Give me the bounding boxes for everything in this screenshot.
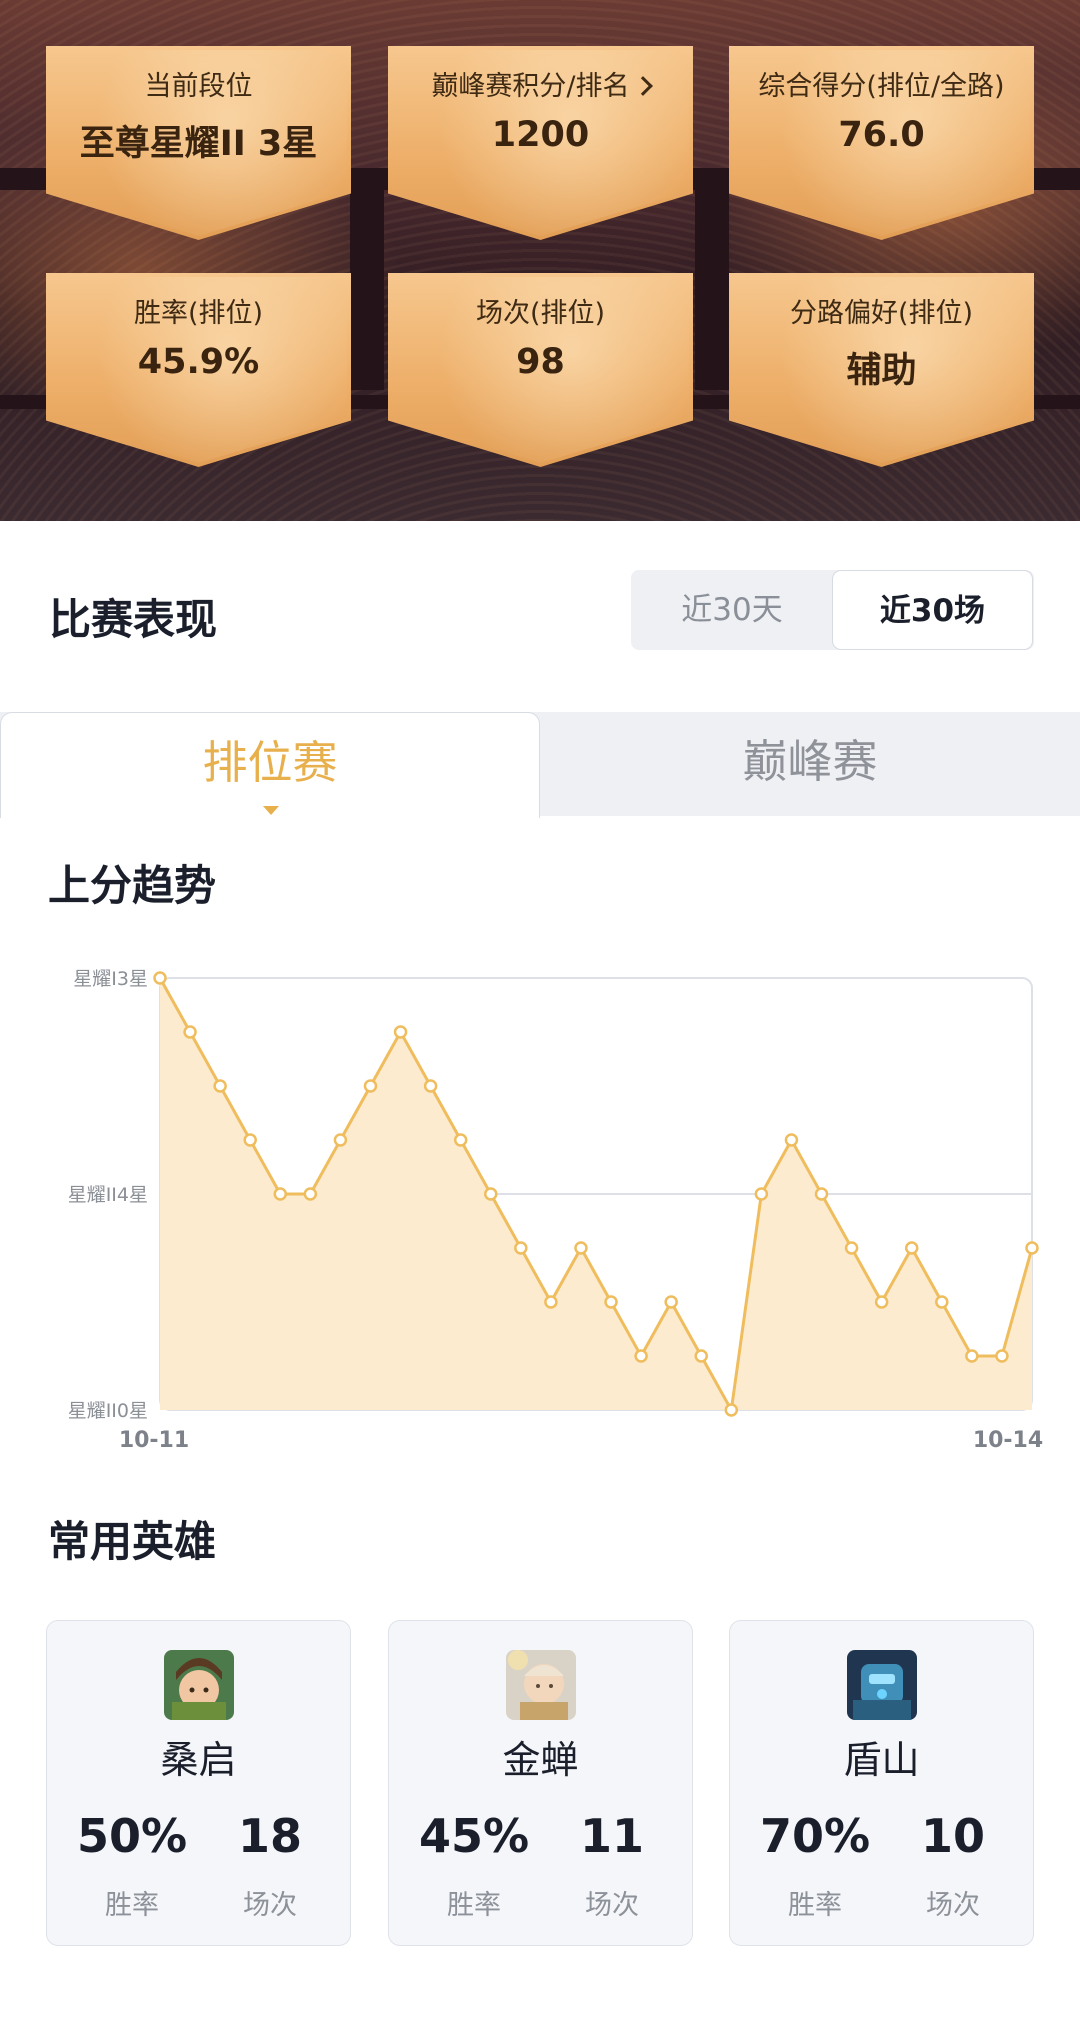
hero-name: 桑启 bbox=[160, 1738, 237, 1782]
chart-point bbox=[604, 1295, 618, 1309]
chart-point bbox=[363, 1079, 378, 1093]
rank-trend-chart: 星耀II0星星耀II4星星耀I3星 10-11 10-14 bbox=[68, 968, 1043, 1453]
chart-point bbox=[814, 1187, 829, 1201]
stat-value: 1200 bbox=[491, 115, 590, 155]
games-label: 场次 bbox=[243, 1890, 297, 1921]
mode-tabs: 排位赛 巅峰赛 bbox=[0, 712, 1080, 818]
chart-point bbox=[303, 1187, 318, 1201]
hero-card[interactable]: 盾山 70% 10 胜率 场次 bbox=[729, 1620, 1034, 1946]
time-range-toggle: 近30天 近30场 bbox=[631, 570, 1034, 650]
win-rate-label: 胜率 bbox=[105, 1890, 159, 1921]
stat-label: 当前段位 bbox=[144, 71, 253, 102]
chart-point bbox=[784, 1133, 799, 1147]
chart-point bbox=[995, 1349, 1009, 1363]
filter-last-30-games[interactable]: 近30场 bbox=[833, 571, 1032, 649]
hero-win-rate: 70% bbox=[759, 1809, 871, 1863]
hero-name: 盾山 bbox=[843, 1738, 920, 1782]
stat-label: 场次(排位) bbox=[475, 298, 606, 329]
chart-point bbox=[514, 1241, 528, 1255]
tab-peak[interactable]: 巅峰赛 bbox=[540, 712, 1080, 816]
dunshan-portrait-icon bbox=[847, 1650, 917, 1720]
chart-point bbox=[333, 1133, 348, 1147]
chart-point bbox=[874, 1295, 889, 1309]
stat-label: 分路偏好(排位) bbox=[789, 298, 974, 329]
stat-value: 至尊星耀II 3星 bbox=[79, 124, 318, 164]
chart-point bbox=[273, 1187, 288, 1201]
heroes-title: 常用英雄 bbox=[48, 1517, 217, 1566]
y-tick-label: 星耀I3星 bbox=[73, 968, 148, 990]
trend-title: 上分趋势 bbox=[48, 861, 217, 910]
hero-name: 金蝉 bbox=[502, 1738, 579, 1782]
chart-point bbox=[484, 1187, 498, 1201]
chart-point bbox=[453, 1133, 468, 1147]
chart-point bbox=[935, 1295, 949, 1309]
hero-win-rate: 50% bbox=[76, 1809, 188, 1863]
stat-value: 45.9% bbox=[137, 342, 260, 382]
active-tab-indicator bbox=[263, 806, 279, 815]
chart-point bbox=[183, 1025, 197, 1039]
hero-win-rate: 45% bbox=[418, 1809, 530, 1863]
chart-point bbox=[965, 1349, 979, 1363]
stat-value: 98 bbox=[516, 342, 565, 382]
chart-point bbox=[574, 1241, 588, 1255]
sangqi-portrait-icon bbox=[164, 1650, 234, 1720]
chart-point bbox=[1025, 1241, 1039, 1255]
performance-title: 比赛表现 bbox=[49, 595, 218, 644]
hero-games: 10 bbox=[920, 1809, 985, 1863]
games-label: 场次 bbox=[926, 1890, 980, 1921]
win-rate-label: 胜率 bbox=[788, 1890, 842, 1921]
chart-point bbox=[844, 1241, 859, 1255]
hero-card[interactable]: 桑启 50% 18 胜率 场次 bbox=[46, 1620, 351, 1946]
chart-point bbox=[544, 1295, 558, 1309]
chart-point bbox=[754, 1187, 769, 1201]
x-tick-label: 10-14 bbox=[973, 1428, 1043, 1453]
chart-point bbox=[724, 1403, 739, 1417]
chart-point bbox=[393, 1025, 408, 1039]
stat-value: 辅助 bbox=[846, 351, 917, 391]
filter-last-30-days[interactable]: 近30天 bbox=[631, 570, 833, 650]
chart-point bbox=[664, 1295, 678, 1309]
chevron-right-icon bbox=[632, 76, 653, 96]
chart-point bbox=[243, 1133, 257, 1147]
chart-point bbox=[213, 1079, 227, 1093]
chart-point bbox=[904, 1241, 919, 1255]
chart-point bbox=[423, 1079, 438, 1093]
chart-point bbox=[694, 1349, 708, 1363]
hero-games: 18 bbox=[237, 1809, 302, 1863]
chart-point bbox=[634, 1349, 648, 1363]
x-tick-label: 10-11 bbox=[119, 1428, 189, 1453]
games-label: 场次 bbox=[585, 1890, 639, 1921]
chart-point bbox=[153, 971, 167, 985]
jinchan-portrait-icon bbox=[506, 1650, 576, 1720]
stat-value: 76.0 bbox=[838, 115, 925, 155]
stat-label: 综合得分(排位/全路) bbox=[758, 71, 1005, 102]
y-tick-label: 星耀II0星 bbox=[68, 1400, 148, 1422]
tab-ranked[interactable]: 排位赛 bbox=[0, 712, 540, 818]
hero-games: 11 bbox=[579, 1809, 644, 1863]
y-tick-label: 星耀II4星 bbox=[68, 1184, 148, 1206]
stat-label: 胜率(排位) bbox=[133, 298, 264, 329]
stat-label: 巅峰赛积分/排名 bbox=[431, 71, 630, 102]
hero-card[interactable]: 金蝉 45% 11 胜率 场次 bbox=[388, 1620, 693, 1946]
win-rate-label: 胜率 bbox=[447, 1890, 501, 1921]
